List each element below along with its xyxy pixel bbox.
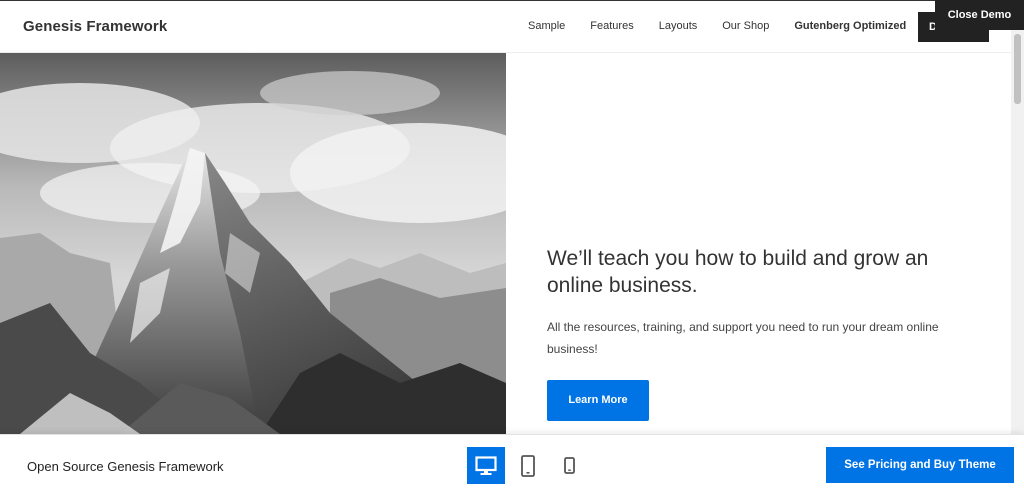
phone-icon <box>563 457 575 474</box>
nav-item-gutenberg-optimized[interactable]: Gutenberg Optimized <box>794 20 906 32</box>
site-title[interactable]: Genesis Framework <box>23 18 167 35</box>
nav-item-features[interactable]: Features <box>590 20 633 32</box>
nav-item-our-shop[interactable]: Our Shop <box>722 20 769 32</box>
tablet-view-button[interactable] <box>509 447 547 484</box>
nav-item-sample[interactable]: Sample <box>528 20 565 32</box>
main-nav: Sample Features Layouts Our Shop Gutenbe… <box>528 20 931 32</box>
nav-item-layouts[interactable]: Layouts <box>659 20 698 32</box>
scrollbar-thumb[interactable] <box>1014 34 1021 104</box>
close-demo-button[interactable]: Close Demo <box>935 0 1024 30</box>
site-header: Genesis Framework Sample Features Layout… <box>0 1 1011 53</box>
scrollbar[interactable] <box>1011 30 1024 434</box>
hero-title: We’ll teach you how to build and grow an… <box>547 247 929 297</box>
theme-name: Open Source Genesis Framework <box>27 459 224 474</box>
phone-view-button[interactable] <box>550 447 588 484</box>
desktop-view-button[interactable] <box>467 447 505 484</box>
hero-content: We’ll teach you how to build and grow an… <box>506 53 1011 434</box>
tablet-icon <box>521 454 535 477</box>
hero-mountain-image <box>0 53 506 434</box>
learn-more-button[interactable]: Learn More <box>547 380 649 421</box>
hero-description: All the resources, training, and support… <box>547 320 939 356</box>
see-pricing-buy-theme-button[interactable]: See Pricing and Buy Theme <box>826 447 1014 483</box>
desktop-icon <box>475 455 497 475</box>
demo-preview-bar: Open Source Genesis Framework See Pricin… <box>0 434 1024 493</box>
